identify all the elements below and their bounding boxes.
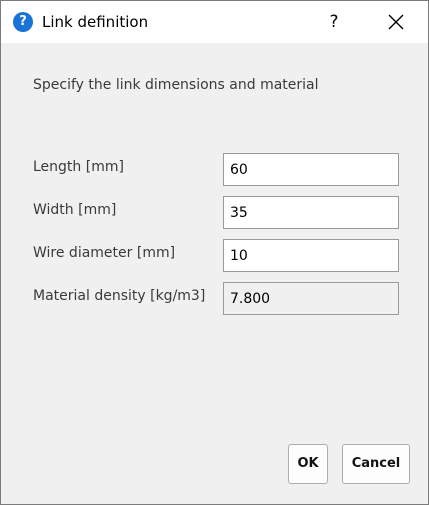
close-icon: [388, 14, 404, 30]
close-button[interactable]: [371, 5, 421, 39]
ok-button[interactable]: OK: [288, 444, 328, 484]
material-density-input[interactable]: [223, 282, 399, 315]
width-label: Width [mm]: [33, 202, 117, 218]
title-bar: ? Link definition ?: [1, 1, 428, 43]
material-density-label: Material density [kg/m3]: [33, 288, 206, 304]
cancel-button[interactable]: Cancel: [342, 444, 410, 484]
dialog-title: Link definition: [42, 13, 149, 31]
help-button[interactable]: ?: [317, 7, 351, 37]
wire-diameter-input[interactable]: [223, 239, 399, 272]
wire-diameter-label: Wire diameter [mm]: [33, 245, 176, 261]
length-input[interactable]: [223, 153, 399, 186]
width-input[interactable]: [223, 196, 399, 229]
question-mark-icon: ?: [13, 12, 33, 32]
link-definition-dialog: ? Link definition ? Specify the link dim…: [0, 0, 429, 505]
length-label: Length [mm]: [33, 159, 124, 175]
instruction-text: Specify the link dimensions and material: [33, 77, 319, 93]
